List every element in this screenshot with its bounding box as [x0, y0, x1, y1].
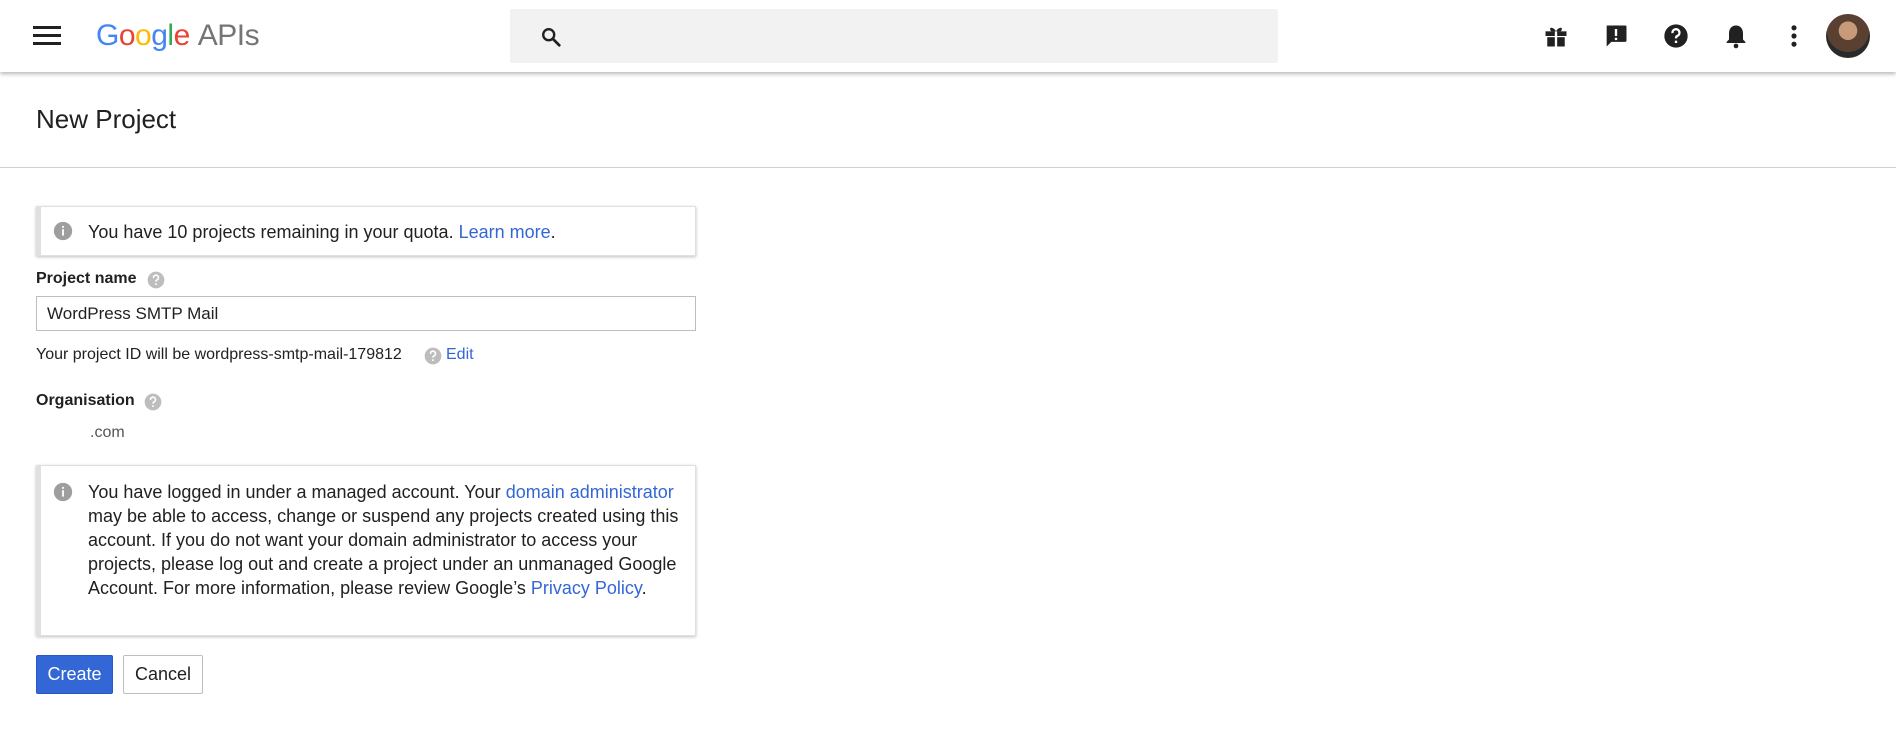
gift-icon[interactable] — [1542, 22, 1570, 50]
project-name-label: Project name — [36, 270, 137, 287]
search-icon[interactable] — [540, 26, 562, 48]
project-id-text: Your project ID will be wordpress-smtp-m… — [36, 346, 402, 363]
organisation-label: Organisation — [36, 392, 135, 409]
page-title: New Project — [36, 104, 177, 134]
info-icon — [53, 482, 73, 502]
edit-project-id-link[interactable]: Edit — [446, 346, 474, 364]
project-name-input[interactable] — [36, 296, 696, 331]
google-apis-logo[interactable]: Google APIs — [96, 18, 260, 54]
quota-notice: You have 10 projects remaining in your q… — [36, 206, 696, 256]
cancel-button[interactable]: Cancel — [123, 655, 203, 694]
avatar[interactable] — [1826, 14, 1870, 58]
help-tooltip-icon[interactable] — [146, 270, 166, 290]
domain-administrator-link[interactable]: domain administrator — [506, 482, 674, 502]
learn-more-link[interactable]: Learn more — [459, 222, 551, 242]
top-app-bar: Google APIs — [0, 0, 1896, 72]
more-vert-icon[interactable] — [1780, 22, 1808, 50]
quota-text: You have 10 projects remaining in your q… — [88, 222, 556, 242]
help-tooltip-icon[interactable] — [423, 346, 443, 366]
help-icon[interactable] — [1662, 22, 1690, 50]
organisation-value[interactable]: .com — [90, 424, 125, 442]
search-input[interactable] — [580, 19, 1260, 53]
notifications-icon[interactable] — [1722, 22, 1750, 50]
managed-account-text: You have logged in under a managed accou… — [88, 482, 679, 598]
search-bar[interactable] — [510, 9, 1278, 63]
managed-account-notice: You have logged in under a managed accou… — [36, 465, 696, 636]
privacy-policy-link[interactable]: Privacy Policy — [531, 578, 642, 598]
menu-icon[interactable] — [30, 24, 66, 48]
help-tooltip-icon[interactable] — [143, 392, 163, 412]
divider — [0, 167, 1896, 168]
info-icon — [53, 221, 73, 241]
feedback-icon[interactable] — [1602, 22, 1630, 50]
create-button[interactable]: Create — [36, 655, 113, 694]
logo-product-name: APIs — [197, 19, 260, 52]
